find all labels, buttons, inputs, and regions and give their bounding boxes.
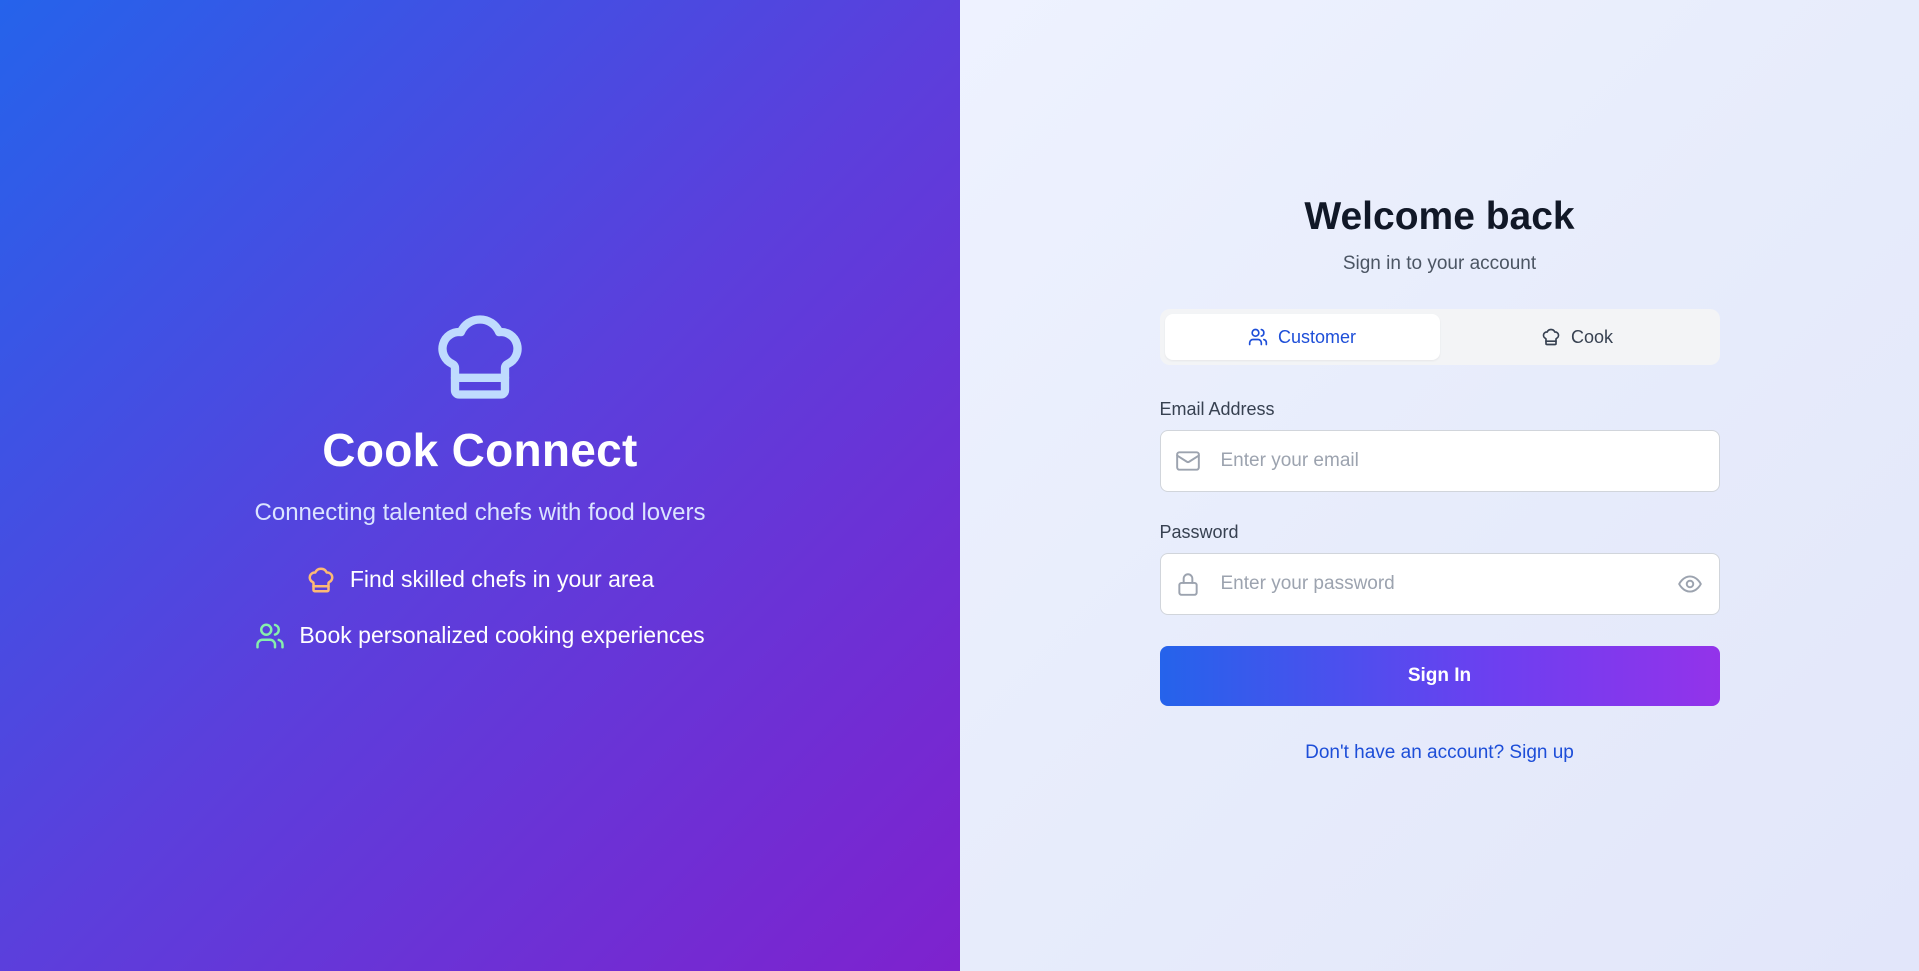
sign-up-link[interactable]: Don't have an account? Sign up [1160,742,1720,764]
chef-hat-icon [438,314,522,399]
feature-text: Find skilled chefs in your area [349,566,655,592]
email-label: Email Address [1159,399,1275,419]
chef-hat-icon [308,567,334,592]
login-panel: Welcome back Sign in to your account Cus… [960,0,1919,971]
tab-cook[interactable]: Cook [1440,314,1715,360]
users-icon [256,623,285,648]
users-icon [1248,328,1268,346]
sign-in-button[interactable]: Sign In [1159,646,1720,706]
eye-icon[interactable] [1677,571,1703,597]
feature-item: Find skilled chefs in your area [306,565,654,595]
chef-hat-icon [1542,328,1560,346]
email-input[interactable] [1220,431,1703,491]
feature-list: Find skilled chefs in your area Book per… [255,565,705,651]
mail-icon [1175,451,1200,471]
feature-item: Book personalized cooking experiences [255,621,705,651]
brand-tagline: Connecting talented chefs with food love… [254,498,706,526]
page-subtitle: Sign in to your account [1342,253,1537,274]
tab-label: Customer [1277,326,1357,347]
email-field-wrapper [1159,430,1720,492]
password-label: Password [1159,522,1239,542]
tab-customer[interactable]: Customer [1164,314,1440,360]
password-input[interactable] [1220,554,1677,614]
role-tabs: Customer Cook [1159,309,1720,365]
brand-panel: Cook Connect Connecting talented chefs w… [0,0,960,971]
feature-text: Book personalized cooking experiences [299,622,705,648]
login-form: Welcome back Sign in to your account Cus… [1159,195,1720,764]
brand-title: Cook Connect [322,423,638,476]
lock-icon [1177,573,1198,596]
page-title: Welcome back [1304,195,1575,238]
password-field-wrapper [1159,553,1720,615]
tab-label: Cook [1570,326,1614,347]
